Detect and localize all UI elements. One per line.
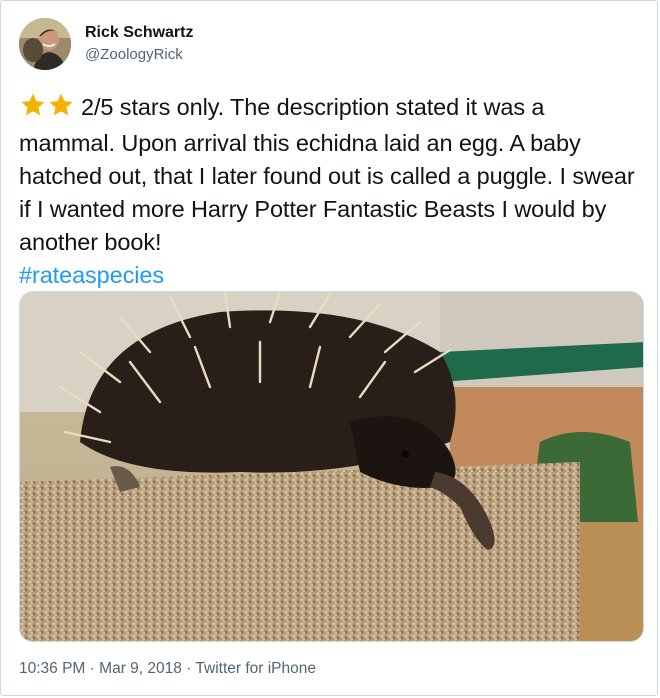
tweet-body: 2/5 stars only. The description stated i… (19, 94, 635, 255)
tweet-photo[interactable] (19, 291, 644, 642)
user-handle[interactable]: @ZoologyRick (85, 45, 193, 65)
display-name[interactable]: Rick Schwartz (85, 23, 193, 43)
tweet-time[interactable]: 10:36 PM (19, 660, 85, 677)
tweet-card: Rick Schwartz @ZoologyRick 2/5 stars onl… (0, 0, 658, 696)
echidna-photo (20, 292, 643, 641)
avatar[interactable] (19, 18, 71, 70)
tweet-footer: 10:36 PM · Mar 9, 2018 · Twitter for iPh… (19, 660, 316, 678)
tweet-header: Rick Schwartz @ZoologyRick (19, 18, 193, 70)
tweet-date[interactable]: Mar 9, 2018 (99, 660, 182, 677)
footer-separator: · (89, 660, 95, 677)
user-names: Rick Schwartz @ZoologyRick (85, 23, 193, 65)
tweet-source[interactable]: Twitter for iPhone (195, 660, 316, 677)
hashtag-link[interactable]: #rateaspecies (19, 259, 644, 292)
star-icon (49, 93, 73, 116)
star-rating (19, 92, 75, 127)
tweet-text: 2/5 stars only. The description stated i… (19, 91, 644, 292)
footer-separator: · (186, 660, 192, 677)
star-icon (21, 93, 45, 116)
